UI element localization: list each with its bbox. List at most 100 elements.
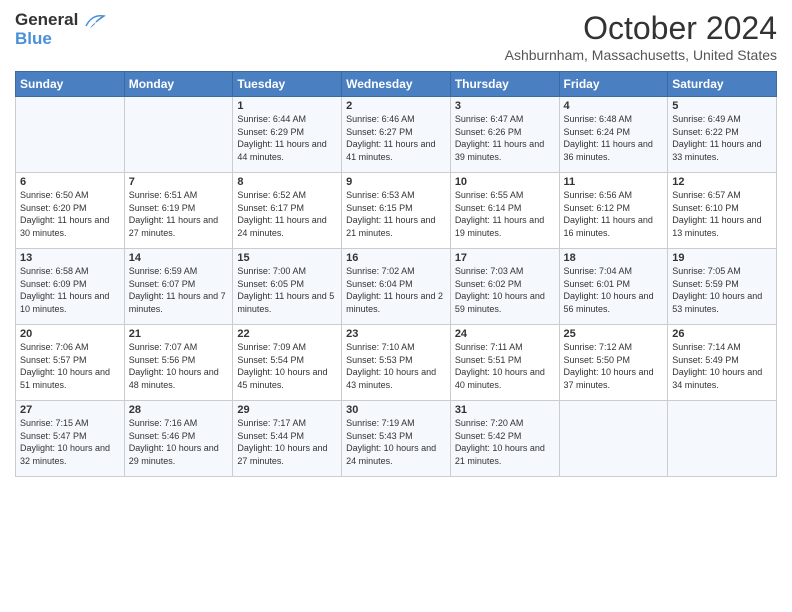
col-sunday: Sunday xyxy=(16,72,125,97)
day-number: 2 xyxy=(346,100,446,112)
logo-bird-icon xyxy=(84,12,106,30)
calendar-cell: 27Sunrise: 7:15 AMSunset: 5:47 PMDayligh… xyxy=(16,401,125,477)
calendar-cell: 1Sunrise: 6:44 AMSunset: 6:29 PMDaylight… xyxy=(233,97,342,173)
calendar-cell: 30Sunrise: 7:19 AMSunset: 5:43 PMDayligh… xyxy=(342,401,451,477)
day-number: 13 xyxy=(20,252,120,264)
title-block: October 2024 Ashburnham, Massachusetts, … xyxy=(505,10,777,63)
day-number: 30 xyxy=(346,404,446,416)
calendar-cell: 19Sunrise: 7:05 AMSunset: 5:59 PMDayligh… xyxy=(668,249,777,325)
calendar-table: Sunday Monday Tuesday Wednesday Thursday… xyxy=(15,71,777,477)
calendar-cell: 21Sunrise: 7:07 AMSunset: 5:56 PMDayligh… xyxy=(124,325,233,401)
day-info: Sunrise: 7:16 AMSunset: 5:46 PMDaylight:… xyxy=(129,417,229,467)
day-info: Sunrise: 7:12 AMSunset: 5:50 PMDaylight:… xyxy=(564,341,664,391)
calendar-page: General Blue October 2024 Ashburnham, Ma… xyxy=(0,0,792,612)
logo-general: General xyxy=(15,10,78,29)
day-number: 11 xyxy=(564,176,664,188)
day-info: Sunrise: 7:03 AMSunset: 6:02 PMDaylight:… xyxy=(455,265,555,315)
day-info: Sunrise: 6:50 AMSunset: 6:20 PMDaylight:… xyxy=(20,189,120,239)
day-info: Sunrise: 7:00 AMSunset: 6:05 PMDaylight:… xyxy=(237,265,337,315)
calendar-week-row: 1Sunrise: 6:44 AMSunset: 6:29 PMDaylight… xyxy=(16,97,777,173)
calendar-cell: 25Sunrise: 7:12 AMSunset: 5:50 PMDayligh… xyxy=(559,325,668,401)
calendar-cell: 17Sunrise: 7:03 AMSunset: 6:02 PMDayligh… xyxy=(450,249,559,325)
day-number: 12 xyxy=(672,176,772,188)
calendar-week-row: 27Sunrise: 7:15 AMSunset: 5:47 PMDayligh… xyxy=(16,401,777,477)
day-number: 31 xyxy=(455,404,555,416)
calendar-cell: 26Sunrise: 7:14 AMSunset: 5:49 PMDayligh… xyxy=(668,325,777,401)
day-number: 15 xyxy=(237,252,337,264)
day-number: 4 xyxy=(564,100,664,112)
day-number: 10 xyxy=(455,176,555,188)
day-info: Sunrise: 6:48 AMSunset: 6:24 PMDaylight:… xyxy=(564,113,664,163)
day-info: Sunrise: 7:14 AMSunset: 5:49 PMDaylight:… xyxy=(672,341,772,391)
day-number: 27 xyxy=(20,404,120,416)
calendar-cell: 15Sunrise: 7:00 AMSunset: 6:05 PMDayligh… xyxy=(233,249,342,325)
calendar-cell: 28Sunrise: 7:16 AMSunset: 5:46 PMDayligh… xyxy=(124,401,233,477)
calendar-cell: 3Sunrise: 6:47 AMSunset: 6:26 PMDaylight… xyxy=(450,97,559,173)
calendar-cell: 22Sunrise: 7:09 AMSunset: 5:54 PMDayligh… xyxy=(233,325,342,401)
day-number: 20 xyxy=(20,328,120,340)
logo-blue: Blue xyxy=(15,30,52,49)
calendar-week-row: 13Sunrise: 6:58 AMSunset: 6:09 PMDayligh… xyxy=(16,249,777,325)
col-wednesday: Wednesday xyxy=(342,72,451,97)
day-info: Sunrise: 7:05 AMSunset: 5:59 PMDaylight:… xyxy=(672,265,772,315)
calendar-cell: 29Sunrise: 7:17 AMSunset: 5:44 PMDayligh… xyxy=(233,401,342,477)
day-info: Sunrise: 6:52 AMSunset: 6:17 PMDaylight:… xyxy=(237,189,337,239)
day-number: 22 xyxy=(237,328,337,340)
calendar-week-row: 6Sunrise: 6:50 AMSunset: 6:20 PMDaylight… xyxy=(16,173,777,249)
calendar-cell: 24Sunrise: 7:11 AMSunset: 5:51 PMDayligh… xyxy=(450,325,559,401)
day-info: Sunrise: 6:47 AMSunset: 6:26 PMDaylight:… xyxy=(455,113,555,163)
day-number: 9 xyxy=(346,176,446,188)
day-info: Sunrise: 6:58 AMSunset: 6:09 PMDaylight:… xyxy=(20,265,120,315)
day-info: Sunrise: 6:51 AMSunset: 6:19 PMDaylight:… xyxy=(129,189,229,239)
calendar-cell: 31Sunrise: 7:20 AMSunset: 5:42 PMDayligh… xyxy=(450,401,559,477)
day-number: 6 xyxy=(20,176,120,188)
calendar-cell xyxy=(559,401,668,477)
header-row: Sunday Monday Tuesday Wednesday Thursday… xyxy=(16,72,777,97)
calendar-cell: 4Sunrise: 6:48 AMSunset: 6:24 PMDaylight… xyxy=(559,97,668,173)
day-info: Sunrise: 7:04 AMSunset: 6:01 PMDaylight:… xyxy=(564,265,664,315)
location-subtitle: Ashburnham, Massachusetts, United States xyxy=(505,47,777,63)
day-info: Sunrise: 6:46 AMSunset: 6:27 PMDaylight:… xyxy=(346,113,446,163)
day-info: Sunrise: 6:44 AMSunset: 6:29 PMDaylight:… xyxy=(237,113,337,163)
day-number: 24 xyxy=(455,328,555,340)
day-number: 14 xyxy=(129,252,229,264)
col-thursday: Thursday xyxy=(450,72,559,97)
logo: General Blue xyxy=(15,10,106,48)
calendar-cell: 9Sunrise: 6:53 AMSunset: 6:15 PMDaylight… xyxy=(342,173,451,249)
day-info: Sunrise: 6:56 AMSunset: 6:12 PMDaylight:… xyxy=(564,189,664,239)
day-number: 23 xyxy=(346,328,446,340)
day-number: 18 xyxy=(564,252,664,264)
day-number: 19 xyxy=(672,252,772,264)
day-number: 7 xyxy=(129,176,229,188)
calendar-cell: 23Sunrise: 7:10 AMSunset: 5:53 PMDayligh… xyxy=(342,325,451,401)
calendar-cell: 14Sunrise: 6:59 AMSunset: 6:07 PMDayligh… xyxy=(124,249,233,325)
calendar-cell: 6Sunrise: 6:50 AMSunset: 6:20 PMDaylight… xyxy=(16,173,125,249)
col-friday: Friday xyxy=(559,72,668,97)
calendar-cell: 5Sunrise: 6:49 AMSunset: 6:22 PMDaylight… xyxy=(668,97,777,173)
day-info: Sunrise: 7:11 AMSunset: 5:51 PMDaylight:… xyxy=(455,341,555,391)
day-info: Sunrise: 7:15 AMSunset: 5:47 PMDaylight:… xyxy=(20,417,120,467)
day-info: Sunrise: 7:10 AMSunset: 5:53 PMDaylight:… xyxy=(346,341,446,391)
day-number: 3 xyxy=(455,100,555,112)
calendar-cell: 18Sunrise: 7:04 AMSunset: 6:01 PMDayligh… xyxy=(559,249,668,325)
calendar-cell: 11Sunrise: 6:56 AMSunset: 6:12 PMDayligh… xyxy=(559,173,668,249)
day-info: Sunrise: 7:07 AMSunset: 5:56 PMDaylight:… xyxy=(129,341,229,391)
day-number: 16 xyxy=(346,252,446,264)
col-monday: Monday xyxy=(124,72,233,97)
day-info: Sunrise: 6:49 AMSunset: 6:22 PMDaylight:… xyxy=(672,113,772,163)
day-info: Sunrise: 7:20 AMSunset: 5:42 PMDaylight:… xyxy=(455,417,555,467)
col-saturday: Saturday xyxy=(668,72,777,97)
calendar-cell: 20Sunrise: 7:06 AMSunset: 5:57 PMDayligh… xyxy=(16,325,125,401)
day-number: 21 xyxy=(129,328,229,340)
calendar-cell: 10Sunrise: 6:55 AMSunset: 6:14 PMDayligh… xyxy=(450,173,559,249)
calendar-cell: 2Sunrise: 6:46 AMSunset: 6:27 PMDaylight… xyxy=(342,97,451,173)
day-number: 25 xyxy=(564,328,664,340)
day-number: 28 xyxy=(129,404,229,416)
calendar-cell: 8Sunrise: 6:52 AMSunset: 6:17 PMDaylight… xyxy=(233,173,342,249)
month-title: October 2024 xyxy=(505,10,777,47)
day-number: 26 xyxy=(672,328,772,340)
col-tuesday: Tuesday xyxy=(233,72,342,97)
day-number: 8 xyxy=(237,176,337,188)
calendar-cell: 16Sunrise: 7:02 AMSunset: 6:04 PMDayligh… xyxy=(342,249,451,325)
calendar-cell: 12Sunrise: 6:57 AMSunset: 6:10 PMDayligh… xyxy=(668,173,777,249)
